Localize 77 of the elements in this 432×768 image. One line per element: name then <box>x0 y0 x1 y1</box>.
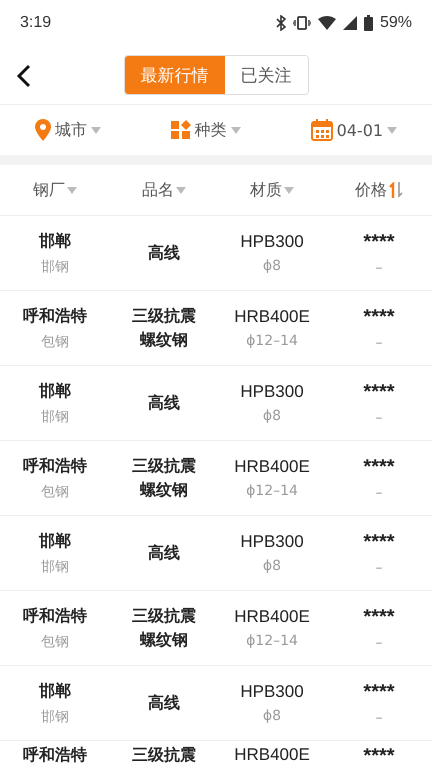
price-text: **** <box>363 456 395 478</box>
column-header[interactable]: 品名 <box>142 180 174 200</box>
price-text: **** <box>363 745 395 768</box>
mill-text: 邯钢 <box>41 558 69 576</box>
mill-text: 邯钢 <box>41 408 69 426</box>
city-text: 呼和浩特 <box>23 306 87 326</box>
bluetooth-icon <box>276 15 286 31</box>
caret-icon <box>387 126 398 134</box>
battery-percent: 59% <box>380 14 412 32</box>
caret-icon <box>176 186 186 194</box>
mill-text: 邯钢 <box>41 708 69 726</box>
change-text: – <box>376 334 382 350</box>
city-text: 呼和浩特 <box>23 745 87 766</box>
product-name: 三级抗震螺纹钢 <box>132 455 196 501</box>
grade-text: HPB300 <box>240 682 304 702</box>
wifi-icon <box>318 16 336 30</box>
spec-text: ϕ12–14 <box>246 633 298 649</box>
column-header[interactable]: 价格 <box>355 180 387 200</box>
price-text: **** <box>363 230 395 254</box>
grade-text: HRB400E <box>234 607 310 627</box>
product-name: 三级抗震螺纹钢 <box>132 305 196 351</box>
city-text: 邯郸 <box>39 530 71 552</box>
filter-label[interactable]: 04-01 <box>336 120 384 140</box>
change-text: – <box>376 484 382 500</box>
product-name: 高线 <box>147 242 181 264</box>
caret-icon <box>67 186 77 194</box>
grade-text: HRB400E <box>234 457 310 477</box>
column-header[interactable]: 材质 <box>250 180 282 200</box>
category-grid-icon <box>170 120 191 140</box>
change-text: – <box>376 560 382 576</box>
change-text: – <box>376 410 382 426</box>
spec-text: ϕ8 <box>262 708 282 724</box>
city-text: 呼和浩特 <box>23 606 87 626</box>
city-text: 呼和浩特 <box>23 456 87 476</box>
price-text: **** <box>363 530 395 554</box>
product-name: 高线 <box>147 542 181 564</box>
grade-text: HRB400E <box>234 745 310 765</box>
location-pin-icon <box>34 119 51 141</box>
change-text: – <box>376 634 382 650</box>
change-text: – <box>376 710 382 726</box>
spec-text: ϕ8 <box>262 558 282 574</box>
vibrate-icon <box>292 16 311 30</box>
grade-text: HRB400E <box>234 307 310 327</box>
spec-text: ϕ12–14 <box>246 333 298 349</box>
product-name: 高线 <box>147 392 181 414</box>
spec-text: ϕ8 <box>262 258 282 274</box>
price-text: **** <box>363 306 395 328</box>
caret-icon <box>284 186 294 194</box>
mill-text: 包钢 <box>41 332 69 350</box>
filter-label[interactable]: 种类 <box>194 120 227 140</box>
sort-icon[interactable] <box>389 182 403 198</box>
city-text: 邯郸 <box>39 680 71 702</box>
caret-icon <box>230 126 241 134</box>
price-text: **** <box>363 680 395 704</box>
price-text: **** <box>363 606 395 628</box>
mill-text: 包钢 <box>41 632 69 650</box>
signal-icon <box>342 16 357 30</box>
change-text: – <box>376 260 382 276</box>
price-text: **** <box>363 380 395 404</box>
product-name: 三级抗震 <box>132 745 196 765</box>
column-header[interactable]: 钢厂 <box>33 180 65 200</box>
mill-text: 包钢 <box>41 482 69 500</box>
caret-icon <box>90 126 101 134</box>
grade-text: HPB300 <box>240 232 304 252</box>
grade-text: HPB300 <box>240 382 304 402</box>
city-text: 邯郸 <box>39 230 71 252</box>
battery-icon <box>364 15 373 31</box>
city-text: 邯郸 <box>39 380 71 402</box>
filter-label[interactable]: 城市 <box>54 120 87 140</box>
mill-text: 邯钢 <box>41 258 69 276</box>
product-name: 高线 <box>147 692 181 714</box>
product-name: 三级抗震螺纹钢 <box>132 605 196 651</box>
spec-text: ϕ8 <box>262 408 282 424</box>
status-time: 3:19 <box>20 14 52 32</box>
calendar-icon <box>310 119 333 141</box>
grade-text: HPB300 <box>240 532 304 552</box>
spec-text: ϕ12–14 <box>246 483 298 499</box>
